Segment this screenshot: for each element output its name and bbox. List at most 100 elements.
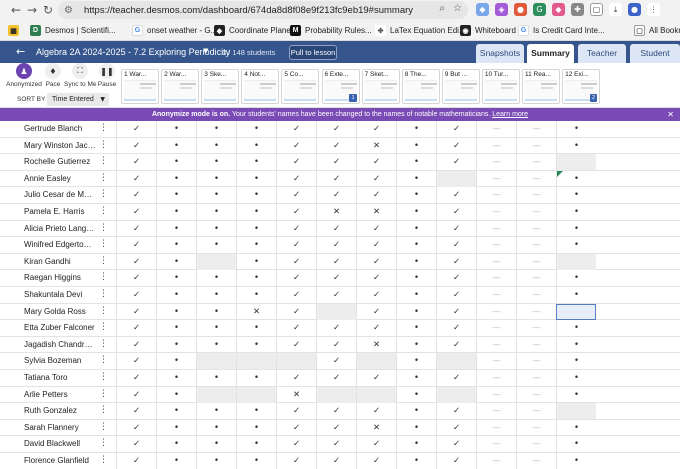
progress-cell[interactable]: • [556, 436, 596, 453]
progress-cell[interactable]: ✓ [276, 453, 316, 469]
student-menu-icon[interactable]: ⋮ [99, 140, 108, 150]
progress-cell[interactable]: ✓ [316, 419, 356, 436]
progress-cell[interactable]: • [196, 204, 236, 220]
progress-cell[interactable]: ✓ [316, 237, 356, 254]
progress-cell[interactable]: • [156, 121, 196, 137]
sidebar-icon[interactable]: ▢ [590, 3, 603, 16]
anonymize-toggle[interactable]: ♟ Anonymized [6, 63, 42, 88]
progress-cell[interactable]: • [556, 320, 596, 337]
puzzle-icon[interactable]: ✚ [571, 3, 584, 16]
progress-cell[interactable]: • [156, 336, 196, 353]
student-name[interactable]: Tatiana Toro [24, 373, 96, 382]
progress-cell[interactable] [236, 386, 276, 403]
student-name[interactable]: Pamela E. Harris [24, 207, 96, 216]
extension-icon[interactable]: ◆ [552, 3, 565, 16]
back-arrow-icon[interactable]: ← [16, 45, 25, 58]
progress-cell[interactable]: • [156, 170, 196, 187]
bookmark-star-icon[interactable]: ☆ [453, 3, 462, 14]
progress-cell[interactable]: — [516, 170, 556, 187]
progress-cell[interactable]: • [396, 154, 436, 171]
progress-cell[interactable]: • [556, 386, 596, 403]
student-name[interactable]: Etta Zuber Falconer [24, 323, 96, 332]
progress-cell[interactable]: ✓ [356, 287, 396, 303]
progress-cell[interactable]: — [476, 187, 516, 204]
progress-cell[interactable]: ✓ [316, 220, 356, 237]
progress-cell[interactable]: • [556, 137, 596, 154]
progress-cell[interactable]: • [396, 370, 436, 386]
progress-cell[interactable]: ✓ [116, 287, 156, 303]
progress-cell[interactable]: • [156, 237, 196, 254]
progress-cell[interactable]: ✓ [276, 253, 316, 270]
screen-card[interactable]: 6 Exte... 1 [321, 69, 360, 104]
progress-cell[interactable]: • [156, 403, 196, 420]
progress-cell[interactable]: ✓ [436, 204, 476, 220]
progress-cell[interactable]: ✓ [356, 453, 396, 469]
progress-cell[interactable]: • [156, 137, 196, 154]
progress-cell[interactable]: ✓ [356, 121, 396, 137]
progress-cell[interactable]: — [476, 453, 516, 469]
progress-cell[interactable] [556, 303, 596, 320]
progress-cell[interactable]: • [156, 353, 196, 370]
progress-cell[interactable]: • [156, 253, 196, 270]
screen-card[interactable]: 2 War... [161, 69, 200, 104]
progress-cell[interactable]: ✓ [116, 270, 156, 287]
progress-cell[interactable] [196, 353, 236, 370]
back-arrow-icon[interactable]: ← [8, 2, 24, 18]
pause-button[interactable]: ❚❚ Pause [96, 63, 118, 88]
progress-cell[interactable]: — [516, 353, 556, 370]
progress-cell[interactable]: ✓ [356, 154, 396, 171]
progress-cell[interactable]: — [476, 237, 516, 254]
progress-cell[interactable]: — [516, 336, 556, 353]
progress-cell[interactable]: • [556, 336, 596, 353]
progress-cell[interactable]: — [476, 386, 516, 403]
progress-cell[interactable]: • [396, 320, 436, 337]
progress-cell[interactable]: ✓ [276, 403, 316, 420]
progress-cell[interactable]: ✓ [356, 270, 396, 287]
extension-icon[interactable]: ◈ [495, 3, 508, 16]
student-menu-icon[interactable]: ⋮ [99, 256, 108, 266]
menu-dots-icon[interactable]: ⋮ [647, 3, 660, 16]
progress-cell[interactable]: — [516, 121, 556, 137]
progress-cell[interactable]: — [516, 370, 556, 386]
download-icon[interactable]: ⤓ [609, 3, 622, 16]
progress-cell[interactable]: ✓ [116, 419, 156, 436]
progress-cell[interactable]: ✕ [356, 336, 396, 353]
student-menu-icon[interactable]: ⋮ [99, 272, 108, 282]
progress-cell[interactable]: • [396, 353, 436, 370]
progress-cell[interactable]: — [476, 137, 516, 154]
progress-cell[interactable]: — [476, 170, 516, 187]
progress-cell[interactable]: • [196, 287, 236, 303]
progress-cell[interactable]: ✓ [116, 121, 156, 137]
bookmark-item[interactable]: ▢All Bookm [634, 25, 680, 36]
reload-icon[interactable]: ↻ [40, 2, 56, 18]
progress-cell[interactable] [436, 353, 476, 370]
progress-cell[interactable]: ✓ [116, 336, 156, 353]
address-bar[interactable]: ⚙ https://teacher.desmos.com/dashboard/6… [58, 1, 468, 19]
progress-cell[interactable]: ✓ [356, 403, 396, 420]
progress-cell[interactable]: ✓ [316, 436, 356, 453]
bookmark-item[interactable]: ◆ Coordinate Plane [214, 25, 291, 36]
progress-cell[interactable]: ✓ [316, 137, 356, 154]
progress-cell[interactable]: — [476, 403, 516, 420]
student-menu-icon[interactable]: ⋮ [99, 455, 108, 465]
progress-cell[interactable]: ✓ [356, 436, 396, 453]
progress-cell[interactable]: • [196, 170, 236, 187]
progress-cell[interactable]: ✓ [356, 303, 396, 320]
progress-cell[interactable]: ✕ [356, 137, 396, 154]
progress-cell[interactable]: — [476, 370, 516, 386]
apps-grid-icon[interactable]: ▦ [8, 25, 23, 36]
progress-cell[interactable]: — [476, 336, 516, 353]
progress-cell[interactable]: • [196, 154, 236, 171]
progress-cell[interactable]: ✕ [236, 303, 276, 320]
progress-cell[interactable] [436, 386, 476, 403]
student-name[interactable]: Winifred Edgerton ... [24, 240, 96, 249]
progress-cell[interactable]: ✓ [436, 154, 476, 171]
progress-cell[interactable]: ✓ [276, 187, 316, 204]
progress-cell[interactable]: • [236, 170, 276, 187]
progress-cell[interactable]: ✓ [276, 320, 316, 337]
progress-cell[interactable]: • [236, 453, 276, 469]
bookmark-item[interactable]: ◉ Whiteboard [460, 25, 516, 36]
progress-cell[interactable]: — [516, 287, 556, 303]
progress-cell[interactable]: ✓ [436, 303, 476, 320]
progress-cell[interactable]: ✓ [276, 370, 316, 386]
